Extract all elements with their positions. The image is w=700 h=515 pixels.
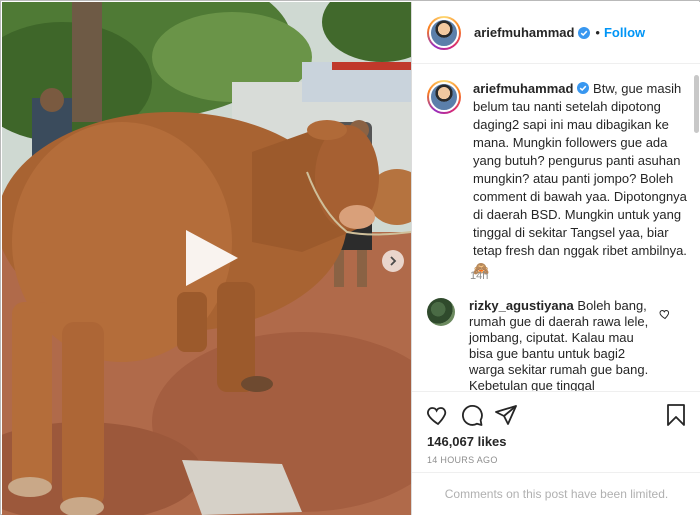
post-modal: ariefmuhammad • Follow ariefmuhammad Btw… <box>0 0 700 515</box>
post-header: ariefmuhammad • Follow <box>412 2 700 64</box>
comment-item: rizky_agustiyana Boleh bang, rumah gue d… <box>427 298 689 391</box>
post-timestamp[interactable]: 14 HOURS AGO <box>427 455 498 465</box>
next-media-button[interactable] <box>382 250 404 272</box>
post-caption: ariefmuhammad Btw, gue masih belum tau n… <box>427 80 689 278</box>
caption-time[interactable]: 14h <box>470 270 488 282</box>
comment-text-block: rizky_agustiyana Boleh bang, rumah gue d… <box>469 298 659 391</box>
author-username[interactable]: ariefmuhammad <box>474 25 574 40</box>
likes-count[interactable]: 146,067 likes <box>427 434 507 449</box>
comment-icon[interactable] <box>460 403 484 427</box>
verified-badge-icon <box>578 26 591 39</box>
comments-scrollbar[interactable] <box>694 75 699 133</box>
caption-username[interactable]: ariefmuhammad <box>473 81 573 96</box>
caption-text-block: ariefmuhammad Btw, gue masih belum tau n… <box>473 80 687 278</box>
follow-button[interactable]: Follow <box>604 25 645 40</box>
post-side-panel: ariefmuhammad • Follow ariefmuhammad Btw… <box>411 2 700 515</box>
commenter-avatar[interactable] <box>427 298 455 326</box>
separator-dot: • <box>595 25 600 40</box>
play-icon[interactable] <box>180 226 244 290</box>
comment-like-heart-icon[interactable] <box>659 308 671 320</box>
commenter-username[interactable]: rizky_agustiyana <box>469 298 574 313</box>
post-media-video[interactable] <box>2 2 411 515</box>
heart-icon[interactable] <box>426 403 450 427</box>
caption-text: Btw, gue masih belum tau nanti setelah d… <box>473 81 687 276</box>
verified-badge-icon <box>577 82 590 94</box>
chevron-right-icon <box>390 256 397 266</box>
author-avatar[interactable] <box>427 15 461 50</box>
comments-limited-notice: Comments on this post have been limited. <box>412 472 700 515</box>
comments-list[interactable]: ariefmuhammad Btw, gue masih belum tau n… <box>412 65 700 391</box>
share-icon[interactable] <box>494 403 518 427</box>
post-actions: 146,067 likes 14 HOURS AGO <box>412 391 700 471</box>
bookmark-icon[interactable] <box>664 403 688 427</box>
caption-author-avatar[interactable] <box>427 80 461 114</box>
